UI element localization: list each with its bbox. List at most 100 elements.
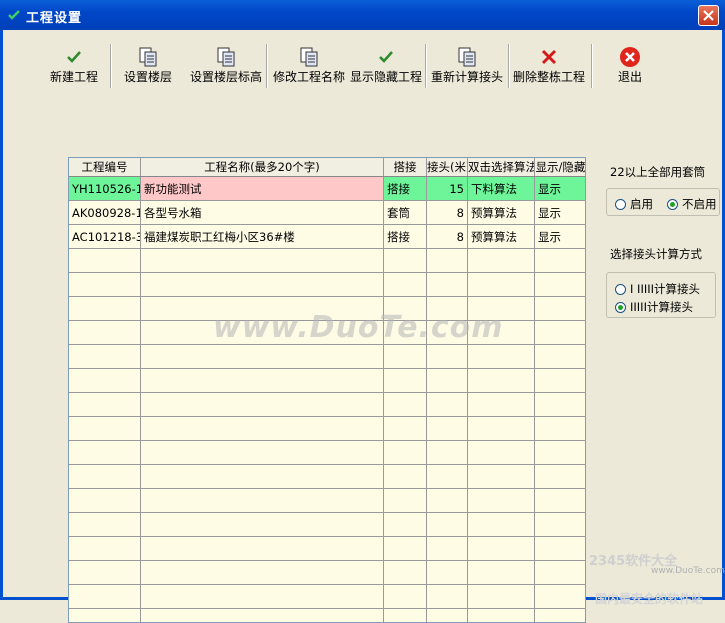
empty-cell[interactable] — [69, 297, 141, 321]
cell-visibility[interactable]: 显示 — [535, 201, 585, 225]
show-hide-project-button[interactable]: 显示隐藏工程 — [348, 46, 424, 102]
empty-cell[interactable] — [384, 465, 427, 489]
empty-row[interactable] — [69, 273, 585, 297]
empty-cell[interactable] — [141, 513, 384, 537]
empty-cell[interactable] — [384, 393, 427, 417]
empty-row[interactable] — [69, 585, 585, 609]
empty-cell[interactable] — [468, 441, 535, 465]
rename-project-button[interactable]: 修改工程名称 — [271, 46, 347, 102]
empty-cell[interactable] — [141, 561, 384, 585]
empty-cell[interactable] — [427, 609, 468, 622]
empty-row[interactable] — [69, 513, 585, 537]
empty-row[interactable] — [69, 465, 585, 489]
empty-cell[interactable] — [535, 393, 585, 417]
empty-cell[interactable] — [69, 345, 141, 369]
empty-cell[interactable] — [427, 585, 468, 609]
empty-cell[interactable] — [69, 465, 141, 489]
col-lap[interactable]: 搭接 — [384, 158, 427, 176]
empty-cell[interactable] — [141, 441, 384, 465]
empty-cell[interactable] — [427, 441, 468, 465]
empty-cell[interactable] — [427, 417, 468, 441]
empty-cell[interactable] — [535, 513, 585, 537]
empty-cell[interactable] — [535, 609, 585, 622]
empty-cell[interactable] — [468, 369, 535, 393]
cell-lap[interactable]: 搭接 — [384, 225, 427, 249]
empty-row[interactable] — [69, 489, 585, 513]
empty-cell[interactable] — [468, 489, 535, 513]
radio-method-2-dot[interactable] — [615, 302, 626, 313]
empty-cell[interactable] — [535, 345, 585, 369]
cell-project-name[interactable]: 福建煤炭职工红梅小区36#楼 — [141, 225, 384, 249]
cell-joint-length[interactable]: 8 — [427, 225, 468, 249]
empty-row[interactable] — [69, 609, 585, 622]
empty-cell[interactable] — [535, 489, 585, 513]
empty-cell[interactable] — [427, 465, 468, 489]
empty-cell[interactable] — [468, 273, 535, 297]
cell-lap[interactable]: 搭接 — [384, 177, 427, 201]
empty-cell[interactable] — [141, 273, 384, 297]
empty-cell[interactable] — [69, 537, 141, 561]
empty-cell[interactable] — [69, 321, 141, 345]
empty-cell[interactable] — [468, 513, 535, 537]
empty-row[interactable] — [69, 561, 585, 585]
empty-cell[interactable] — [427, 345, 468, 369]
empty-cell[interactable] — [535, 417, 585, 441]
empty-cell[interactable] — [384, 441, 427, 465]
set-floor-elevation-button[interactable]: 设置楼层标高 — [187, 46, 265, 102]
empty-row[interactable] — [69, 441, 585, 465]
cell-project-id[interactable]: YH110526-1 — [69, 177, 141, 201]
radio-disable[interactable]: 不启用 — [667, 196, 717, 212]
empty-cell[interactable] — [384, 537, 427, 561]
empty-cell[interactable] — [535, 297, 585, 321]
empty-cell[interactable] — [141, 465, 384, 489]
empty-cell[interactable] — [535, 441, 585, 465]
empty-row[interactable] — [69, 369, 585, 393]
table-row[interactable]: AK080928-1 各型号水箱 套筒 8 预算算法 显示 — [69, 201, 585, 225]
empty-row[interactable] — [69, 393, 585, 417]
cell-algorithm[interactable]: 下料算法 — [468, 177, 535, 201]
empty-cell[interactable] — [69, 489, 141, 513]
empty-cell[interactable] — [141, 609, 384, 622]
empty-cell[interactable] — [427, 273, 468, 297]
empty-cell[interactable] — [427, 393, 468, 417]
empty-cell[interactable] — [141, 345, 384, 369]
cell-algorithm[interactable]: 预算算法 — [468, 201, 535, 225]
empty-cell[interactable] — [384, 417, 427, 441]
set-floors-button[interactable]: 设置楼层 — [120, 46, 176, 102]
empty-cell[interactable] — [468, 345, 535, 369]
empty-cell[interactable] — [384, 249, 427, 273]
empty-cell[interactable] — [535, 321, 585, 345]
empty-cell[interactable] — [384, 585, 427, 609]
empty-cell[interactable] — [69, 609, 141, 622]
empty-cell[interactable] — [535, 465, 585, 489]
empty-cell[interactable] — [384, 273, 427, 297]
cell-joint-length[interactable]: 8 — [427, 201, 468, 225]
cell-project-name[interactable]: 新功能测试 — [141, 177, 384, 201]
empty-cell[interactable] — [427, 369, 468, 393]
empty-cell[interactable] — [427, 249, 468, 273]
col-visibility[interactable]: 显示/隐藏 — [535, 158, 585, 176]
empty-cell[interactable] — [427, 489, 468, 513]
empty-row[interactable] — [69, 345, 585, 369]
empty-cell[interactable] — [384, 513, 427, 537]
radio-method-1-dot[interactable] — [615, 284, 626, 295]
empty-cell[interactable] — [69, 249, 141, 273]
empty-row[interactable] — [69, 537, 585, 561]
empty-cell[interactable] — [69, 417, 141, 441]
cell-visibility[interactable]: 显示 — [535, 225, 585, 249]
empty-cell[interactable] — [468, 537, 535, 561]
empty-cell[interactable] — [468, 585, 535, 609]
empty-row[interactable] — [69, 417, 585, 441]
empty-cell[interactable] — [468, 609, 535, 622]
cell-project-name[interactable]: 各型号水箱 — [141, 201, 384, 225]
empty-cell[interactable] — [468, 417, 535, 441]
empty-row[interactable] — [69, 249, 585, 273]
empty-cell[interactable] — [141, 585, 384, 609]
table-row[interactable]: YH110526-1 新功能测试 搭接 15 下料算法 显示 — [69, 177, 585, 201]
empty-cell[interactable] — [69, 513, 141, 537]
empty-cell[interactable] — [69, 561, 141, 585]
empty-cell[interactable] — [427, 537, 468, 561]
close-button[interactable] — [698, 5, 719, 26]
delete-building-button[interactable]: 删除整栋工程 — [511, 46, 587, 102]
empty-cell[interactable] — [535, 537, 585, 561]
